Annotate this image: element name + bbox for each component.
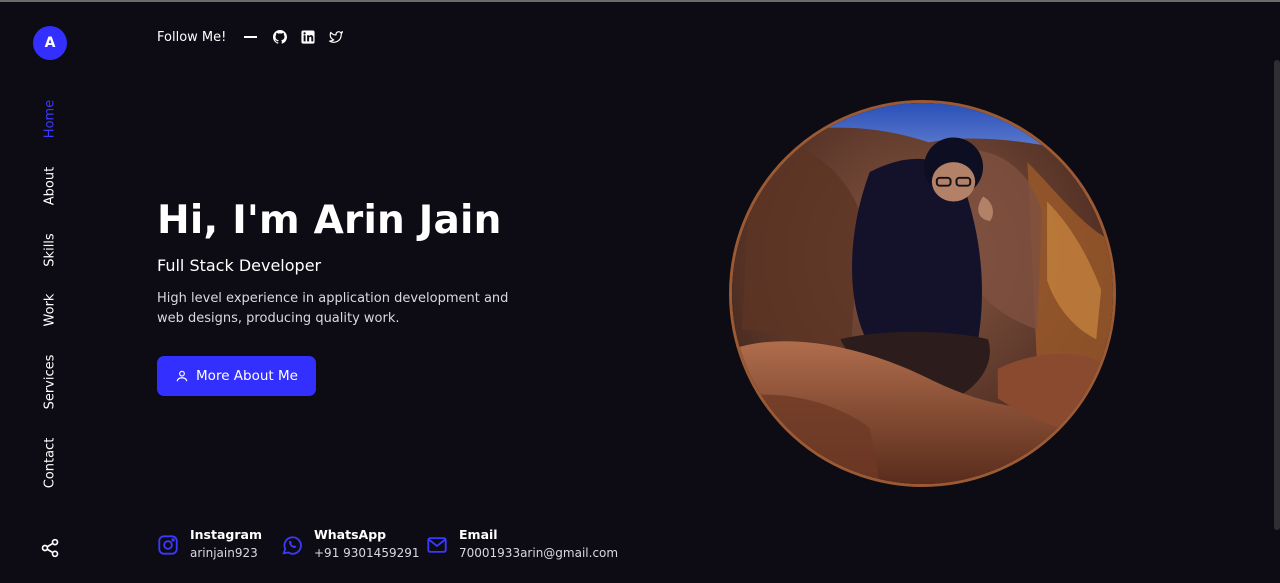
user-icon xyxy=(176,370,188,382)
more-about-me-label: More About Me xyxy=(196,368,298,384)
contact-title: Instagram xyxy=(190,527,262,542)
follow-bar: Follow Me! xyxy=(157,28,357,46)
mail-icon xyxy=(427,537,447,553)
nav-item-work[interactable]: Work xyxy=(43,294,58,327)
hero-title: Hi, I'm Arin Jain xyxy=(157,198,502,243)
follow-divider xyxy=(244,36,258,38)
nav-item-skills[interactable]: Skills xyxy=(43,233,58,266)
hero-subtitle: Full Stack Developer xyxy=(157,256,322,275)
nav-item-home[interactable]: Home xyxy=(43,100,58,138)
contact-value: arinjain923 xyxy=(190,546,258,560)
contact-value: 70001933arin@gmail.com xyxy=(459,546,619,560)
contact-title: WhatsApp xyxy=(314,527,387,542)
contact-title: Email xyxy=(459,527,498,542)
contact-whatsapp[interactable]: WhatsApp +91 9301459291 xyxy=(281,526,420,562)
whatsapp-icon xyxy=(282,536,302,555)
more-about-me-button[interactable]: More About Me xyxy=(157,356,316,396)
nav-item-contact[interactable]: Contact xyxy=(43,438,58,489)
scrollbar-thumb[interactable] xyxy=(1274,60,1280,530)
hero-description: High level experience in application dev… xyxy=(157,291,509,326)
profile-photo xyxy=(729,100,1116,487)
contact-email[interactable]: Email 70001933arin@gmail.com xyxy=(426,526,618,562)
share-icon[interactable] xyxy=(40,538,60,558)
linkedin-icon[interactable] xyxy=(301,30,315,44)
window-top-border xyxy=(0,0,1280,2)
logo-letter: A xyxy=(44,35,56,51)
twitter-icon[interactable] xyxy=(329,30,344,44)
contact-value: +91 9301459291 xyxy=(314,546,420,560)
nav-item-about[interactable]: About xyxy=(43,167,58,205)
nav-item-services[interactable]: Services xyxy=(43,355,58,410)
instagram-icon xyxy=(158,535,178,555)
follow-label: Follow Me! xyxy=(157,29,227,45)
scrollbar[interactable] xyxy=(1274,2,1280,583)
github-icon[interactable] xyxy=(273,30,288,44)
logo-badge[interactable]: A xyxy=(33,26,67,60)
contact-instagram[interactable]: Instagram arinjain923 xyxy=(157,526,262,562)
